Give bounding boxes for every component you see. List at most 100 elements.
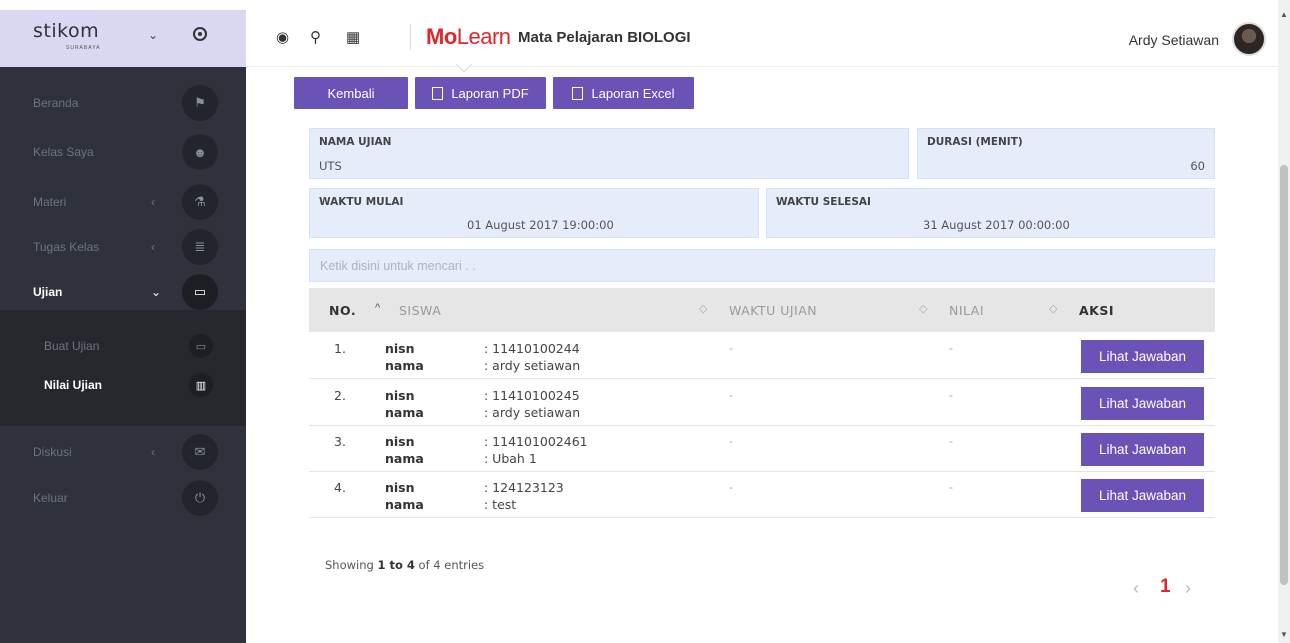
pagination-prev-icon[interactable]: ‹ xyxy=(1133,578,1139,599)
chevron-down-icon[interactable]: ⌄ xyxy=(148,28,158,42)
nisn-value: : 11410100244 xyxy=(484,341,580,356)
view-answer-button[interactable]: Lihat Jawaban xyxy=(1081,340,1204,373)
pagination-next-icon[interactable]: › xyxy=(1185,578,1191,599)
view-answer-button[interactable]: Lihat Jawaban xyxy=(1081,479,1204,512)
nama-label: nama xyxy=(385,451,424,466)
sidebar-item-kelas-saya[interactable]: Kelas Saya ☻ xyxy=(0,134,246,170)
pagination-page-current[interactable]: 1 xyxy=(1160,576,1171,598)
logo-mo: Mo xyxy=(426,24,457,49)
column-header-waktu[interactable]: WAKTU UJIAN xyxy=(729,303,817,318)
scroll-down-icon[interactable]: ▼ xyxy=(1280,630,1288,639)
sidebar-subitem-nilai-ujian[interactable]: Nilai Ujian ▥ xyxy=(0,370,246,400)
target-icon[interactable] xyxy=(193,27,207,41)
showing-prefix: Showing xyxy=(325,558,378,572)
chevron-down-icon: ⌄ xyxy=(151,285,162,299)
link-icon[interactable]: ⚲ xyxy=(310,28,321,46)
grid-icon[interactable]: ▦ xyxy=(346,28,360,46)
sidebar-item-label: Diskusi xyxy=(33,445,72,459)
chevron-left-icon: ‹ xyxy=(151,195,155,209)
end-time-box: WAKTU SELESAI 31 August 2017 00:00:00 xyxy=(766,188,1215,238)
sidebar-item-beranda[interactable]: Beranda ⚑ xyxy=(0,85,246,121)
excel-report-button[interactable]: Laporan Excel xyxy=(553,77,694,109)
table-row: 2. nisn nama : 11410100245 : ardy setiaw… xyxy=(309,380,1215,426)
exam-name-value: UTS xyxy=(319,159,342,173)
app-logo: MoLearn xyxy=(426,24,511,50)
monitor-icon: ▭ xyxy=(189,334,213,358)
score-value: - xyxy=(949,434,953,448)
subject-title: Mata Pelajaran BIOLOGI xyxy=(518,29,691,46)
globe-icon[interactable]: ◉ xyxy=(276,28,289,46)
sort-asc-icon[interactable]: ^ xyxy=(375,302,380,314)
exam-name-label: NAMA UJIAN xyxy=(319,136,392,148)
sidebar-item-ujian[interactable]: Ujian ⌄ ▭ xyxy=(0,274,246,310)
scrollbar-thumb[interactable] xyxy=(1280,165,1288,585)
list-icon: ≣ xyxy=(182,229,218,265)
exam-time-value: - xyxy=(729,480,733,494)
top-bar: ◉ ⚲ ▦ MoLearn Mata Pelajaran BIOLOGI Ard… xyxy=(246,10,1278,67)
brand-bar: stikom SURABAYA ⌄ xyxy=(0,10,246,67)
column-header-siswa[interactable]: SISWA xyxy=(399,303,441,318)
table-header: NO. ^ SISWA ◇ WAKTU UJIAN ◇ NILAI ◇ AKSI xyxy=(309,288,1215,332)
back-button[interactable]: Kembali xyxy=(294,77,408,109)
table-row: 1. nisn nama : 11410100244 : ardy setiaw… xyxy=(309,333,1215,379)
end-time-value: 31 August 2017 00:00:00 xyxy=(923,218,1070,232)
scroll-up-icon[interactable]: ▲ xyxy=(1280,10,1288,19)
duration-label: DURASI (MENIT) xyxy=(927,136,1023,148)
chat-icon: ✉ xyxy=(182,434,218,470)
nisn-value: : 114101002461 xyxy=(484,434,588,449)
view-answer-button[interactable]: Lihat Jawaban xyxy=(1081,433,1204,466)
nama-value: : Ubah 1 xyxy=(484,451,537,466)
nisn-label: nisn xyxy=(385,341,415,356)
users-icon: ☻ xyxy=(182,134,218,170)
sidebar-item-diskusi[interactable]: Diskusi ‹ ✉ xyxy=(0,434,246,470)
sidebar-item-label: Kelas Saya xyxy=(33,145,94,159)
divider xyxy=(410,24,411,50)
start-time-value: 01 August 2017 19:00:00 xyxy=(467,218,614,232)
avatar[interactable] xyxy=(1232,22,1266,56)
exam-name-box: NAMA UJIAN UTS xyxy=(309,128,909,179)
sort-icon[interactable]: ◇ xyxy=(919,302,927,315)
power-icon: ⏻ xyxy=(182,480,218,516)
flask-icon: ⚗ xyxy=(182,184,218,220)
exam-time-value: - xyxy=(729,388,733,402)
sort-icon[interactable]: ◇ xyxy=(699,302,707,315)
sidebar-item-label: Tugas Kelas xyxy=(33,240,100,254)
sidebar-item-materi[interactable]: Materi ‹ ⚗ xyxy=(0,184,246,220)
duration-box: DURASI (MENIT) 60 xyxy=(917,128,1215,179)
nisn-value: : 124123123 xyxy=(484,480,564,495)
exam-time-value: - xyxy=(729,341,733,355)
start-time-box: WAKTU MULAI 01 August 2017 19:00:00 xyxy=(309,188,759,238)
showing-range: 1 to 4 xyxy=(377,558,415,572)
row-number: 3. xyxy=(334,434,346,449)
pdf-report-label: Laporan PDF xyxy=(451,85,529,101)
entries-info: Showing 1 to 4 of 4 entries xyxy=(325,558,484,572)
brand-logo[interactable]: stikom xyxy=(33,20,99,42)
nisn-label: nisn xyxy=(385,434,415,449)
sidebar-item-label: Beranda xyxy=(33,96,79,110)
sidebar-subitem-buat-ujian[interactable]: Buat Ujian ▭ xyxy=(0,331,246,361)
sidebar-item-keluar[interactable]: Keluar ⏻ xyxy=(0,480,246,516)
score-value: - xyxy=(949,388,953,402)
column-header-nilai[interactable]: NILAI xyxy=(949,303,984,318)
nama-label: nama xyxy=(385,358,424,373)
monitor-icon: ▭ xyxy=(182,274,218,310)
search-input[interactable]: Ketik disini untuk mencari . . xyxy=(309,249,1215,282)
column-header-no[interactable]: NO. xyxy=(329,303,356,318)
exam-time-value: - xyxy=(729,434,733,448)
brand-subtitle: SURABAYA xyxy=(66,45,101,51)
nama-value: : test xyxy=(484,497,517,512)
sort-icon[interactable]: ◇ xyxy=(1049,302,1057,315)
sidebar-item-label: Keluar xyxy=(33,491,68,505)
table-row: 4. nisn nama : 124123123 : test - - Liha… xyxy=(309,472,1215,518)
pdf-report-button[interactable]: Laporan PDF xyxy=(415,77,546,109)
nisn-value: : 11410100245 xyxy=(484,388,580,403)
scrollbar[interactable]: ▲ ▼ xyxy=(1278,0,1290,643)
start-time-label: WAKTU MULAI xyxy=(319,196,404,208)
sidebar-item-label: Materi xyxy=(33,195,67,209)
row-number: 4. xyxy=(334,480,346,495)
sidebar-item-tugas-kelas[interactable]: Tugas Kelas ‹ ≣ xyxy=(0,229,246,265)
user-name[interactable]: Ardy Setiawan xyxy=(1129,32,1219,48)
sidebar-item-label: Ujian xyxy=(33,285,63,299)
excel-report-label: Laporan Excel xyxy=(591,85,675,101)
view-answer-button[interactable]: Lihat Jawaban xyxy=(1081,387,1204,420)
